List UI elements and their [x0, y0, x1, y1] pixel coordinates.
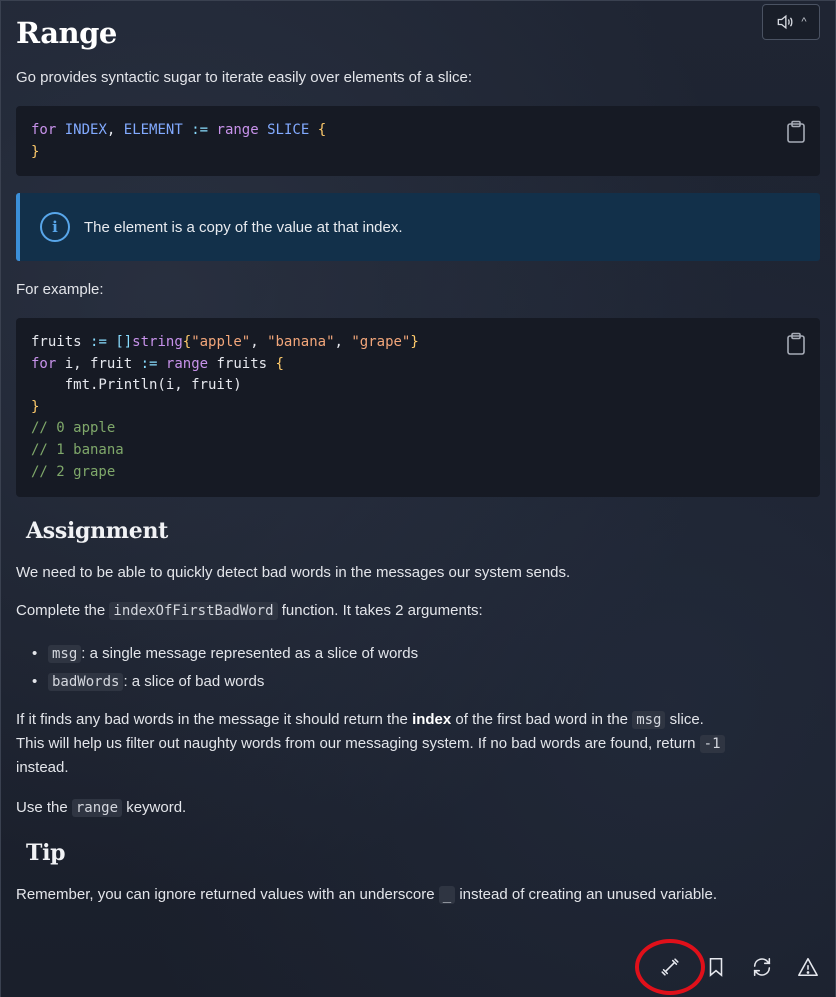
refresh-icon[interactable]	[750, 955, 774, 979]
info-callout: i The element is a copy of the value at …	[16, 193, 820, 261]
clipboard-icon[interactable]	[786, 332, 806, 356]
assignment-text-1: We need to be able to quickly detect bad…	[16, 564, 571, 581]
clipboard-icon[interactable]	[786, 120, 806, 144]
practice-button[interactable]	[635, 939, 705, 995]
example-label: For example:	[16, 281, 104, 298]
arguments-list: msg: a single message represented as a s…	[32, 640, 418, 696]
info-icon: i	[40, 212, 70, 242]
bookmark-icon[interactable]	[704, 955, 728, 979]
assignment-text-2: Complete the indexOfFirstBadWord functio…	[16, 602, 483, 620]
list-item: badWords: a slice of bad words	[32, 668, 418, 696]
list-item: msg: a single message represented as a s…	[32, 640, 418, 668]
tip-text: Remember, you can ignore returned values…	[16, 886, 718, 904]
code-block-syntax: for INDEX, ELEMENT := range SLICE { }	[16, 106, 820, 176]
lesson-toolbar	[635, 939, 820, 995]
warning-icon[interactable]	[796, 955, 820, 979]
speaker-icon	[778, 14, 793, 30]
page-title: Range	[16, 16, 117, 50]
tip-heading: Tip	[26, 840, 66, 866]
assignment-text-3: If it finds any bad words in the message…	[16, 708, 725, 780]
highlight-circle	[635, 939, 705, 995]
assignment-heading: Assignment	[26, 518, 169, 544]
chevron-up-icon[interactable]: ^	[801, 16, 806, 28]
audio-toggle-button[interactable]: ^	[762, 4, 820, 40]
code-block-example: fruits := []string{"apple", "banana", "g…	[16, 318, 820, 497]
assignment-text-4: Use the range keyword.	[16, 799, 187, 817]
callout-text: The element is a copy of the value at th…	[84, 218, 403, 236]
intro-text: Go provides syntactic sugar to iterate e…	[16, 69, 473, 86]
